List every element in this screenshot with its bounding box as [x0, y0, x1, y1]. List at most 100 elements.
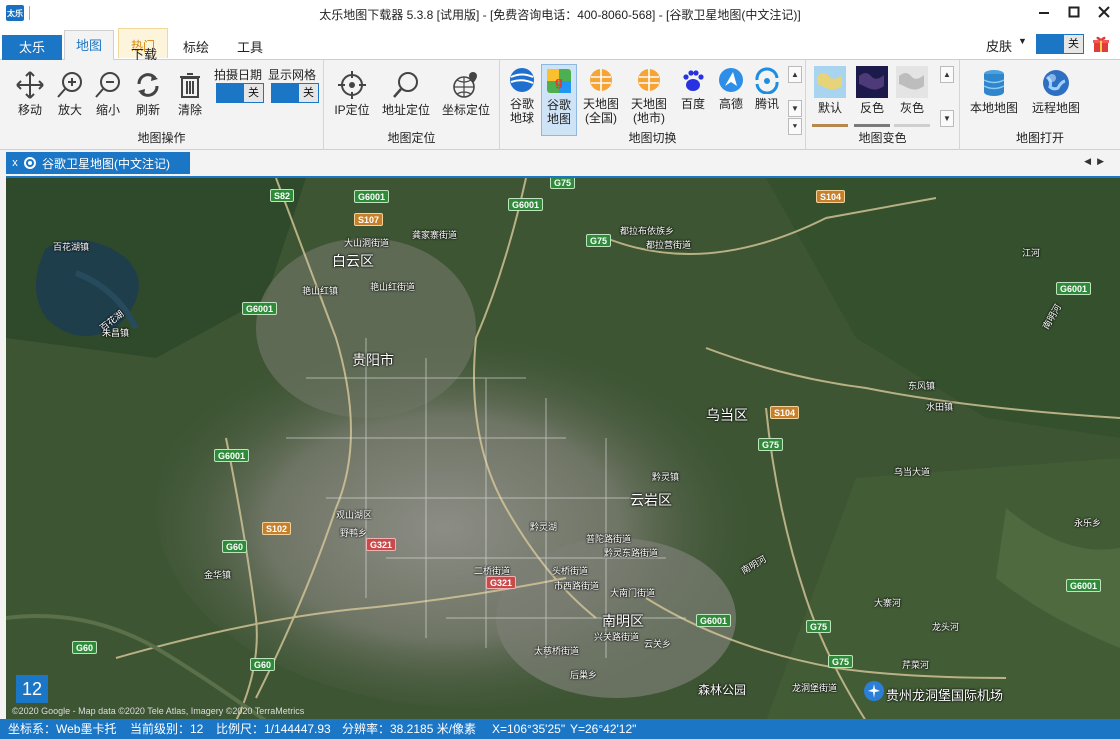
status-resolution: 分辨率：38.2185 米/像素: [342, 722, 477, 736]
road-shield: G60: [72, 641, 98, 654]
color-gray-button[interactable]: 灰色: [894, 66, 930, 127]
capture-date-toggle[interactable]: 关: [216, 83, 264, 103]
google-map-button[interactable]: g 谷歌 地图: [541, 64, 577, 136]
map-label: 黔灵东路街道: [604, 548, 659, 558]
zoom-in-icon: [57, 72, 82, 98]
group-label-map-open: 地图打开: [1015, 131, 1064, 145]
document-tab[interactable]: x 谷歌卫星地图(中文注记): [6, 152, 190, 174]
airport-icon[interactable]: [864, 681, 884, 701]
scroll-up-icon[interactable]: ▲: [788, 66, 802, 83]
world-thumb-default-icon: [814, 66, 846, 98]
map-label: 东风镇: [908, 381, 936, 391]
tab-tools[interactable]: 工具: [228, 28, 272, 60]
map-view[interactable]: 白云区 贵阳市 乌当区 云岩区 南明区 森林公园 贵州龙洞堡国际机场 百花湖镇 …: [6, 176, 1120, 719]
google-earth-label-1: 谷歌: [509, 97, 534, 111]
tab-download[interactable]: 下载: [122, 30, 166, 62]
document-tab-bar: x 谷歌卫星地图(中文注记) ◀▶: [0, 150, 1120, 176]
road-shield: S102: [262, 522, 292, 535]
toggle-label: 关: [1063, 35, 1083, 53]
map-label: 都拉布依族乡: [620, 226, 675, 236]
clear-button[interactable]: 清除: [172, 70, 208, 117]
group-map-locate: IP定位 地址定位 坐标定位 地图定位: [324, 60, 500, 150]
map-label: 金华镇: [204, 570, 232, 580]
color-default-button[interactable]: 默认: [812, 66, 848, 127]
move-button[interactable]: 移动: [12, 70, 48, 117]
baidu-paw-icon: [683, 70, 704, 91]
tianditu-national-button[interactable]: 天地图 (全国): [580, 66, 622, 125]
zoom-in-label: 放大: [57, 103, 82, 117]
map-label: 云关乡: [644, 639, 672, 649]
ip-locate-label: IP定位: [334, 103, 370, 117]
globe-icon: [1043, 70, 1069, 96]
map-label: 乌当大道: [894, 467, 931, 477]
local-map-label: 本地地图: [969, 101, 1018, 115]
ip-locate-button[interactable]: IP定位: [332, 70, 372, 117]
road-shield: G75: [806, 620, 832, 633]
selected-bar: [812, 124, 848, 127]
tianditu-city-label-2: (地市): [633, 111, 665, 125]
status-bar: 坐标系：Web墨卡托 当前级别：12 比例尺：1/144447.93 分辨率：3…: [0, 719, 1120, 739]
road-shield: G6001: [354, 190, 390, 203]
map-label: 艳山红街道: [370, 282, 416, 292]
show-grid-toggle[interactable]: 关: [271, 83, 319, 103]
google-map-label-1: 谷歌: [546, 98, 571, 112]
color-invert-button[interactable]: 反色: [854, 66, 890, 127]
minimize-icon[interactable]: [1036, 4, 1052, 20]
color-invert-label: 反色: [859, 101, 884, 115]
tab-taile[interactable]: 太乐: [2, 35, 62, 60]
tab-plot[interactable]: 标绘: [174, 28, 218, 60]
map-label: 大寨河: [874, 598, 902, 608]
toggle-label: 关: [298, 84, 318, 102]
map-label: 芹菜河: [902, 660, 930, 670]
remote-map-button[interactable]: 远程地图: [1028, 68, 1084, 115]
gray-bar: [894, 124, 930, 127]
road-shield: G6001: [242, 302, 278, 315]
maximize-icon[interactable]: [1066, 4, 1082, 20]
scroll-down-icon[interactable]: ▼: [788, 100, 802, 117]
status-level: 当前级别：12: [130, 722, 204, 736]
amap-button[interactable]: 高德: [714, 66, 748, 111]
coord-locate-button[interactable]: 坐标定位: [438, 70, 494, 117]
zoom-out-button[interactable]: 缩小: [90, 70, 126, 117]
map-label: 百花湖镇: [53, 242, 90, 252]
google-earth-button[interactable]: 谷歌 地球: [504, 66, 540, 125]
google-maps-icon: g: [547, 69, 571, 93]
road-shield: S104: [816, 190, 846, 203]
trash-icon: [180, 73, 200, 98]
group-label-map-color: 地图变色: [858, 131, 907, 145]
scroll-up-icon[interactable]: ▲: [940, 66, 954, 83]
skin-toggle[interactable]: 关: [1036, 34, 1084, 54]
zoom-in-button[interactable]: 放大: [52, 70, 88, 117]
refresh-button[interactable]: 刷新: [130, 70, 166, 117]
map-label: 普陀路街道: [586, 534, 632, 544]
color-default-label: 默认: [817, 101, 842, 115]
expand-icon[interactable]: ▼: [940, 110, 954, 127]
group-map-color: 默认 反色 灰色 ▲ ▼ 地图变色: [806, 60, 960, 150]
address-locate-button[interactable]: 地址定位: [378, 70, 434, 117]
close-icon[interactable]: [1096, 4, 1112, 20]
map-label: 后巢乡: [570, 670, 598, 680]
road-shield: G321: [366, 538, 397, 551]
clear-label: 清除: [177, 103, 202, 117]
road-shield: S104: [770, 406, 800, 419]
ribbon: 移动 放大 缩小 刷新 清除 拍摄日期 关 显示网格 关 地图操作 IP定位 地…: [0, 60, 1120, 150]
document-tab-title: 谷歌卫星地图(中文注记): [42, 156, 170, 171]
chevron-down-icon[interactable]: ▼: [1018, 36, 1027, 46]
tianditu-city-button[interactable]: 天地图 (地市): [628, 66, 670, 125]
tencent-button[interactable]: 腾讯: [750, 66, 784, 111]
skin-menu[interactable]: 皮肤: [986, 36, 1012, 55]
map-label: 南明区: [602, 613, 644, 629]
database-icon: [983, 70, 1005, 96]
tab-map[interactable]: 地图: [64, 30, 114, 61]
tab-nav-arrows-icon[interactable]: ◀▶: [1084, 156, 1110, 167]
local-map-button[interactable]: 本地地图: [966, 68, 1022, 115]
baidu-button[interactable]: 百度: [676, 66, 710, 111]
menu-bar: 热门 太乐 地图 下载 标绘 工具 皮肤 ▼ 关: [0, 28, 1120, 62]
map-label: 云岩区: [630, 492, 672, 508]
radio-icon: [24, 157, 36, 169]
map-label: 市西路街道: [554, 581, 600, 591]
gift-icon[interactable]: [1092, 35, 1110, 53]
road-shield: G6001: [696, 614, 732, 627]
svg-text:g: g: [555, 74, 563, 89]
close-tab-icon[interactable]: x: [6, 157, 24, 169]
